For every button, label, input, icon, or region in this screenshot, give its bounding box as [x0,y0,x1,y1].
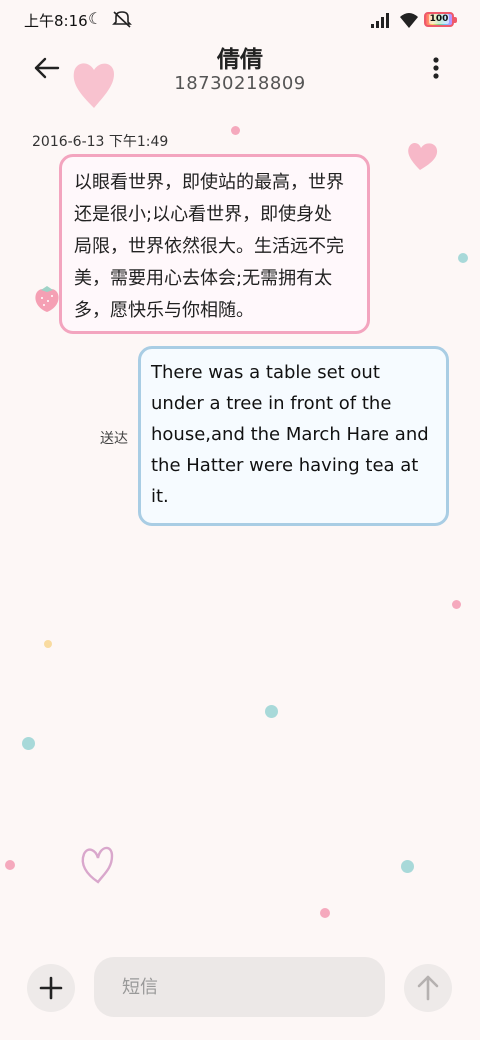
message-line: 局限，世界依然很大。生活远不完 [74,236,344,257]
add-attachment-button[interactable] [27,964,75,1012]
more-vertical-icon[interactable] [424,54,448,84]
decoration-dot [5,860,15,870]
message-line: 美，需要用心去体会;无需拥有太 [74,268,333,289]
decoration-dot [44,640,52,648]
decoration-dot [231,126,240,135]
message-timestamp: 2016-6-13 下午1:49 [32,134,169,150]
status-time: 上午8:16 [24,12,88,30]
delivery-status: 送达 [100,431,128,447]
heart-decoration-icon [73,63,114,108]
send-button[interactable] [404,964,452,1012]
moon-icon: ☾ [88,9,103,28]
message-line: 多，愿快乐与你相随。 [74,300,254,321]
message-line: There was a table set out [151,362,380,383]
strawberry-avatar-icon[interactable] [32,282,62,314]
status-bar: 上午8:16 ☾ 100 [0,0,480,40]
decoration-dot [22,737,35,750]
send-arrow-icon [417,975,439,1001]
mute-icon [112,11,132,28]
message-line: under a tree in front of the [151,393,392,414]
wifi-icon [400,13,418,28]
message-line: house,and the March Hare and [151,424,429,445]
incoming-message-bubble[interactable]: 以眼看世界，即使站的最高，世界 还是很小;以心看世界，即使身处 局限，世界依然很… [59,154,370,334]
message-input[interactable] [94,957,385,1017]
decoration-dot [452,600,461,609]
message-line: it. [151,486,169,507]
decoration-dot [320,908,330,918]
message-line: 还是很小;以心看世界，即使身处 [74,204,333,225]
heart-outline-decoration-icon [81,846,114,884]
battery-level: 100 [428,14,450,24]
message-line: 以眼看世界，即使站的最高，世界 [74,172,344,193]
heart-decoration-icon [408,142,438,170]
message-line: the Hatter were having tea at [151,455,419,476]
battery-icon: 100 [424,12,457,27]
decoration-dot [265,705,278,718]
decoration-dot [401,860,414,873]
decoration-dot [458,253,468,263]
signal-icon [371,13,389,28]
plus-icon [39,976,63,1000]
outgoing-message-bubble[interactable]: There was a table set out under a tree i… [138,346,449,526]
